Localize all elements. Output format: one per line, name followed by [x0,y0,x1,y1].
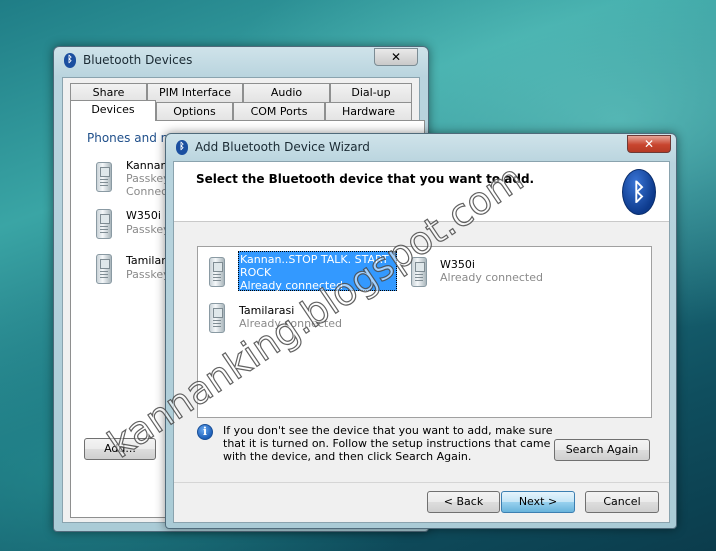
wizard-header: Select the Bluetooth device that you wan… [174,162,669,222]
next-button[interactable]: Next > [501,491,575,513]
close-icon: ✕ [643,137,655,151]
tab-com-ports[interactable]: COM Ports [233,102,325,121]
title-bar[interactable]: ᛒ Add Bluetooth Device Wizard ✕ [166,134,676,162]
tab-devices[interactable]: Devices [70,100,156,121]
window-title: Add Bluetooth Device Wizard [195,140,370,154]
cancel-button[interactable]: Cancel [585,491,659,513]
device-passkey: Passkey [126,223,170,236]
bluetooth-icon: ᛒ [176,140,188,155]
wizard-body: Select the Bluetooth device that you wan… [173,161,670,523]
search-again-button[interactable]: Search Again [554,439,650,461]
info-text: If you don't see the device that you wan… [223,424,553,463]
device-name: Kannan..STOP TALK. START [240,253,389,266]
phone-icon [209,303,225,333]
device-passkey: Passkey [126,268,170,281]
add-device-wizard-window: ᛒ Add Bluetooth Device Wizard ✕ Select t… [165,133,677,529]
group-label: Phones and m [87,131,173,145]
close-button[interactable]: ✕ [374,48,418,66]
device-status: Already connected [239,317,342,330]
phone-icon [96,254,112,284]
phone-icon [96,209,112,239]
list-item-selected[interactable]: Kannan..STOP TALK. START ROCK Already co… [238,251,397,292]
close-icon: ✕ [390,50,402,64]
device-status: Already connected [440,271,543,284]
phone-icon [411,257,427,287]
back-button[interactable]: < Back [427,491,500,513]
phone-icon [209,257,225,287]
tab-dial-up[interactable]: Dial-up [330,83,412,102]
title-bar[interactable]: ᛒ Bluetooth Devices ✕ [54,47,428,75]
phone-icon [96,162,112,192]
tab-options[interactable]: Options [156,102,233,121]
bluetooth-icon: ᛒ [64,53,76,68]
device-name[interactable]: Tamilarasi [239,304,294,317]
window-title: Bluetooth Devices [83,53,193,67]
device-name-continued: ROCK [240,266,272,279]
device-passkey: Passkey [126,172,170,185]
close-button[interactable]: ✕ [627,135,671,153]
device-status: Already connected [240,279,343,292]
add-button[interactable]: Add... [84,438,156,460]
device-name[interactable]: W350i [126,209,161,222]
bluetooth-logo-icon: ᛒ [622,169,656,215]
device-list[interactable]: Kannan..STOP TALK. START ROCK Already co… [197,246,652,418]
tab-audio[interactable]: Audio [243,83,330,102]
page-title: Select the Bluetooth device that you wan… [196,172,535,186]
tab-hardware[interactable]: Hardware [325,102,412,121]
device-name[interactable]: W350i [440,258,475,271]
footer-separator [174,482,669,483]
info-icon: i [197,424,213,440]
tab-pim-interface[interactable]: PIM Interface [147,83,243,102]
